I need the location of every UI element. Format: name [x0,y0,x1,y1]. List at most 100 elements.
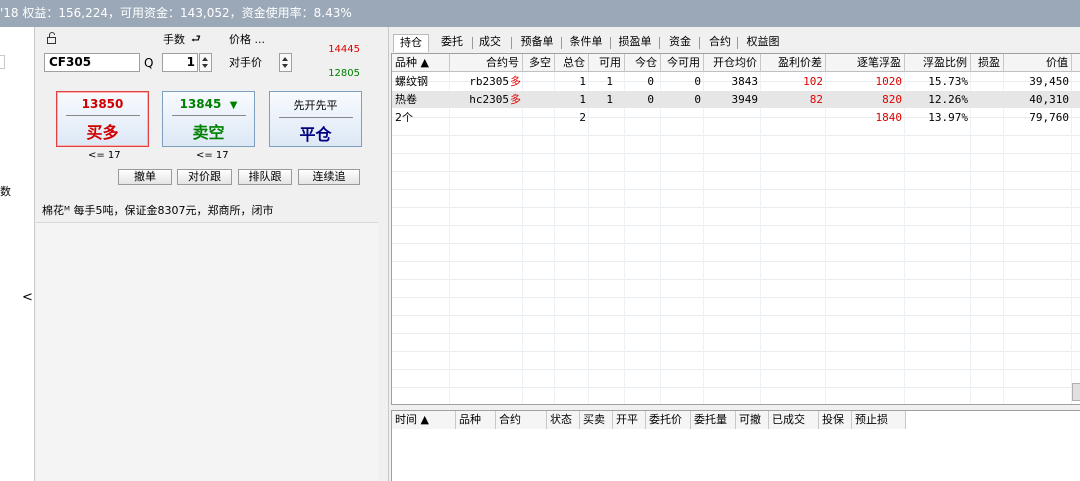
position-today-available: 0 [694,75,701,88]
quantity-spinner[interactable] [199,53,212,72]
col-header[interactable]: 浮盈比例 [905,54,971,72]
table-row[interactable]: 热卷 hc2305 多 1 1 0 0 3949 82 820 12.26% 4… [392,91,1080,108]
sidebar-fragment-text: 数 [0,185,11,198]
position-stop [971,73,1004,90]
tab-pending-orders[interactable]: 预备单 [514,34,560,52]
col-header[interactable]: 委托量 [691,411,736,429]
position-direction: 多 [510,93,521,106]
position-float-pnl: 820 [882,93,902,106]
cancel-order-button[interactable]: 撤单 [118,169,172,185]
close-position-button[interactable]: 先开先平 平仓 [269,91,362,147]
quantity-mode-icon[interactable]: ⮐ [191,30,201,49]
chase-opponent-button[interactable]: 对价跟 [177,169,232,185]
position-open-avg: 3949 [731,93,759,106]
position-float-pnl: 1020 [875,75,903,88]
col-header[interactable]: 品种 ▲ [392,54,450,72]
position-value: 40,310 [1029,93,1069,106]
price-type-field[interactable]: 对手价 [229,54,262,70]
position-value: 39,450 [1029,75,1069,88]
account-panel: 持仓 委托 成交 预备单 条件单 损盈单 资金 合约 权益图 品种 ▲ 合约号 [388,27,1080,481]
position-contract: rb2305 [469,75,509,88]
chart-area [36,222,378,481]
left-sidebar: 数 < [0,27,35,481]
col-header[interactable]: 价值 [1004,54,1072,72]
sell-max-qty: <= 17 [196,150,229,161]
buy-long-label: 买多 [86,123,119,142]
close-mode-label: 先开先平 [293,99,338,112]
position-today: 0 [647,75,654,88]
tab-orders[interactable]: 委托 [437,34,467,52]
sell-short-label: 卖空 [192,123,225,142]
col-header[interactable]: 品种 [456,411,496,429]
col-header[interactable]: 盈利价差 [761,54,826,72]
position-available: 1 [606,75,613,88]
positions-table: 品种 ▲ 合约号 多空 总仓 可用 今仓 今可用 开仓均价 盈利价差 逐笔浮盈 … [391,53,1080,405]
search-icon[interactable]: Q [144,56,153,70]
price-label[interactable]: 价格 ... [229,31,265,47]
tab-stop-orders[interactable]: 损盈单 [612,34,658,52]
orders-table: 时间 ▲ 品种 合约 状态 买卖 开平 委托价 委托量 可撤 已成交 投保 预止… [391,410,1080,481]
sidebar-marker [0,55,5,69]
tab-equity-chart[interactable]: 权益图 [741,34,785,52]
col-header[interactable]: 总仓 [555,54,589,72]
summary-pnl-ratio: 13.97% [928,111,968,124]
col-header[interactable]: 买卖 [580,411,613,429]
col-header[interactable]: 开平 [613,411,646,429]
summary-row: 2个 2 1840 13.97% 79,760 [392,109,1080,126]
col-header[interactable]: 状态 [547,411,580,429]
upper-limit-price: 14445 [328,44,360,55]
summary-total: 2 [579,111,586,124]
tab-conditional-orders[interactable]: 条件单 [563,34,609,52]
collapse-chevron-icon[interactable]: < [22,290,33,305]
col-header[interactable]: 合约 [496,411,547,429]
summary-float-pnl: 1840 [875,111,903,124]
position-name: 热卷 [395,93,417,106]
tab-positions[interactable]: 持仓 [393,34,429,52]
position-today-available: 0 [694,93,701,106]
col-header[interactable]: 可撤 [736,411,769,429]
col-header[interactable]: 可用 [589,54,625,72]
col-header[interactable]: 开仓均价 [704,54,761,72]
col-header[interactable]: 投保 [819,411,852,429]
tab-trades[interactable]: 成交 [475,34,505,52]
col-header[interactable]: 损盈 [971,54,1004,72]
positions-header: 品种 ▲ 合约号 多空 总仓 可用 今仓 今可用 开仓均价 盈利价差 逐笔浮盈 … [392,54,1080,72]
sell-short-button[interactable]: 13845 ▼ 卖空 [162,91,255,147]
position-pnl-ratio: 15.73% [928,75,968,88]
lower-limit-price: 12805 [328,68,360,79]
chase-continuous-button[interactable]: 连续追 [298,169,360,185]
unlock-icon[interactable] [46,32,58,44]
buy-long-button[interactable]: 13850 买多 [56,91,149,147]
col-header[interactable]: 已成交 [769,411,819,429]
account-summary-text: '18 权益：156,224，可用资金：143,052，资金使用率：8.43% [0,6,352,20]
tab-funds[interactable]: 资金 [665,34,695,52]
col-header[interactable]: 今可用 [661,54,704,72]
position-today: 0 [647,93,654,106]
col-header[interactable]: 多空 [523,54,555,72]
quantity-label: 手数 [163,33,185,46]
position-stop [971,91,1004,108]
position-total: 1 [579,75,586,88]
col-header[interactable]: 今仓 [625,54,661,72]
position-name: 螺纹钢 [395,75,428,88]
col-header[interactable]: 委托价 [646,411,691,429]
table-row[interactable]: 螺纹钢 rb2305 多 1 1 0 0 3843 102 1020 15.73… [392,73,1080,90]
scroll-button[interactable] [1072,383,1080,401]
instrument-input[interactable]: CF305 [44,53,140,72]
buy-price: 13850 [81,97,124,111]
position-profit-diff: 102 [803,75,823,88]
position-profit-diff: 82 [809,93,823,106]
col-header[interactable]: 逐笔浮盈 [826,54,905,72]
col-header[interactable]: 时间 ▲ [392,411,456,429]
col-header[interactable]: 预止损 [852,411,906,429]
summary-count: 2个 [395,111,413,124]
tab-contracts[interactable]: 合约 [705,34,735,52]
col-header[interactable]: 合约号 [450,54,523,72]
chase-queue-button[interactable]: 排队跟 [238,169,292,185]
instrument-info: 棉花ᴹ 每手5吨，保证金8307元，郑商所，闭市 [42,204,274,217]
position-total: 1 [579,93,586,106]
position-open-avg: 3843 [731,75,759,88]
order-entry-panel: 手数 ⮐ 价格 ... 14445 CF305 Q 1 对手价 12805 13… [36,27,378,481]
quantity-input[interactable]: 1 [162,53,198,72]
price-spinner[interactable] [279,53,292,72]
